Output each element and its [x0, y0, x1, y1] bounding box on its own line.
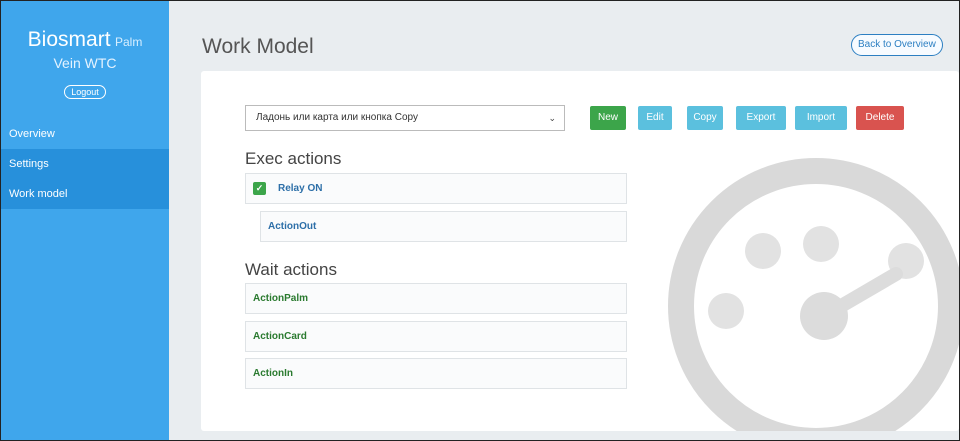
wait-action-actioncard[interactable]: ActionCard: [245, 321, 627, 352]
logout-button[interactable]: Logout: [64, 85, 106, 99]
work-model-panel: Ладонь или карта или кнопка Copy ⌄ New E…: [201, 71, 959, 431]
exec-action-actionout[interactable]: ActionOut: [260, 211, 627, 242]
chevron-down-icon[interactable]: ✓: [253, 182, 266, 195]
back-to-overview-button[interactable]: Back to Overview: [851, 34, 943, 56]
exec-actions-heading: Exec actions: [245, 149, 342, 168]
sidebar-nav: Overview Settings Work model: [1, 119, 169, 209]
brand-model: Vein WTC: [53, 55, 117, 71]
sidebar-item-overview[interactable]: Overview: [1, 119, 169, 149]
wait-action-actionin[interactable]: ActionIn: [245, 358, 627, 389]
dashboard-gauge-icon: [668, 158, 959, 431]
copy-button[interactable]: Copy: [687, 106, 723, 130]
export-button[interactable]: Export: [736, 106, 786, 130]
chevron-down-icon: ⌄: [548, 113, 556, 123]
new-button[interactable]: New: [590, 106, 626, 130]
app-window: Biosmart Palm Vein WTC Logout Overview S…: [0, 0, 960, 441]
sidebar: Biosmart Palm Vein WTC Logout Overview S…: [1, 1, 169, 440]
exec-action-relay-on[interactable]: ✓ Relay ON: [245, 173, 627, 204]
import-button[interactable]: Import: [795, 106, 847, 130]
edit-button[interactable]: Edit: [638, 106, 672, 130]
work-model-select[interactable]: Ладонь или карта или кнопка Copy ⌄: [245, 105, 565, 131]
delete-button[interactable]: Delete: [856, 106, 904, 130]
exec-action-label: Relay ON: [278, 183, 323, 194]
sidebar-item-settings[interactable]: Settings: [1, 149, 169, 179]
wait-action-actionpalm[interactable]: ActionPalm: [245, 283, 627, 314]
brand-sub: Palm: [114, 35, 143, 49]
brand: Biosmart Palm Vein WTC Logout: [1, 1, 169, 100]
page-title: Work Model: [202, 35, 314, 58]
brand-name: Biosmart: [27, 28, 111, 51]
wait-actions-heading: Wait actions: [245, 260, 337, 279]
work-model-select-value: Ладонь или карта или кнопка Copy: [256, 112, 419, 123]
sidebar-item-work-model[interactable]: Work model: [1, 179, 169, 209]
